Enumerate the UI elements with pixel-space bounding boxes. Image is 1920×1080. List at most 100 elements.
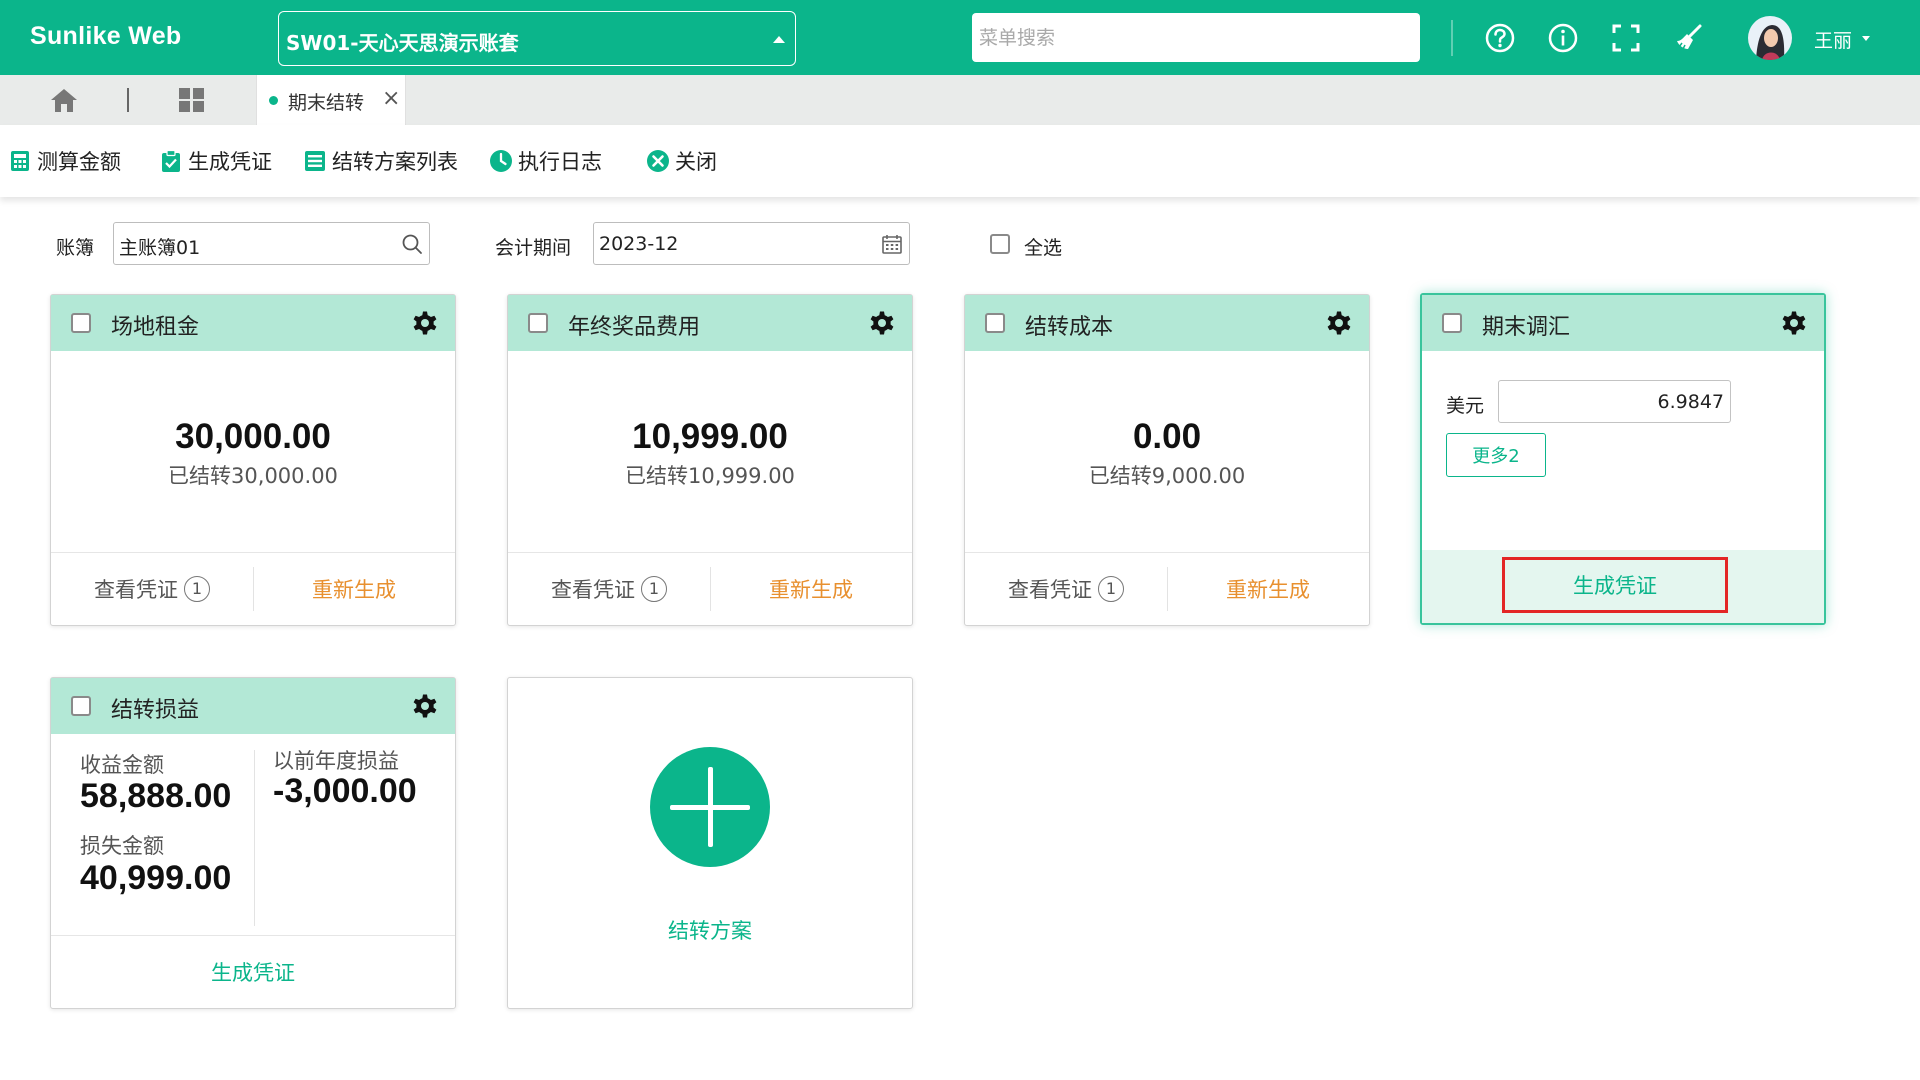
brand-logo: Sunlike Web (30, 22, 182, 50)
calculate-amount-label: 测算金额 (37, 150, 121, 174)
gear-icon[interactable] (411, 692, 439, 720)
card-header: 期末调汇 (1422, 295, 1824, 351)
card-header: 结转损益 (51, 678, 455, 734)
close-label: 关闭 (675, 150, 717, 174)
card-title: 年终奖品费用 (568, 315, 701, 340)
calendar-icon[interactable] (881, 233, 903, 255)
card-title: 期末调汇 (1482, 315, 1571, 340)
card-footer: 生成凭证 (1422, 550, 1824, 623)
view-voucher-label: 查看凭证 (1008, 578, 1092, 602)
card-checkbox[interactable] (1442, 313, 1462, 333)
list-icon (305, 151, 325, 171)
exchange-rate-input[interactable] (1498, 380, 1731, 423)
generate-voucher-button[interactable]: 生成凭证 (1502, 557, 1728, 613)
card-amount: 30,000.00 (175, 417, 331, 456)
ledger-label: 账簿 (56, 237, 95, 259)
username[interactable]: 王丽 (1814, 26, 1852, 53)
ledger-field[interactable]: 主账簿01 (113, 222, 430, 265)
header-divider (1451, 20, 1453, 56)
view-voucher-button[interactable]: 查看凭证 1 (51, 553, 253, 625)
card-footer: 查看凭证 1 重新生成 (965, 552, 1369, 625)
view-voucher-button[interactable]: 查看凭证 1 (965, 553, 1167, 625)
account-set-select[interactable]: SW01-天心天思演示账套 (278, 11, 796, 66)
info-icon[interactable] (1547, 22, 1579, 54)
clock-icon (490, 150, 512, 172)
currency-label: 美元 (1446, 395, 1485, 417)
view-voucher-label: 查看凭证 (94, 578, 178, 602)
gear-icon[interactable] (1780, 309, 1808, 337)
card-footer: 查看凭证 1 重新生成 (508, 552, 912, 625)
scheme-list-button[interactable]: 结转方案列表 (303, 147, 458, 175)
generate-voucher-button[interactable]: 生成凭证 (51, 935, 455, 1008)
card-transferred: 已结转9,000.00 (1088, 464, 1246, 488)
fullscreen-icon[interactable] (1610, 22, 1642, 54)
loss-label: 损失金额 (80, 834, 164, 858)
period-value: 2023-12 (599, 233, 679, 255)
card-checkbox[interactable] (528, 313, 548, 333)
card-title: 场地租金 (111, 315, 200, 340)
plus-icon[interactable] (650, 747, 770, 867)
income-value: 58,888.00 (80, 777, 232, 815)
top-header: Sunlike Web SW01-天心天思演示账套 王丽 (0, 0, 1920, 75)
execution-log-button[interactable]: 执行日志 (489, 147, 602, 175)
prior-year-label: 以前年度损益 (273, 749, 399, 773)
add-scheme-card[interactable]: 结转方案 (507, 677, 913, 1009)
close-tab-icon[interactable]: × (382, 85, 400, 113)
regenerate-button[interactable]: 重新生成 (1167, 553, 1369, 625)
caret-up-icon (773, 36, 785, 43)
card-checkbox[interactable] (71, 696, 91, 716)
tab-period-end-transfer[interactable]: 期末结转 × (256, 75, 406, 125)
menu-search-input[interactable] (972, 13, 1420, 62)
calculator-icon (11, 151, 29, 171)
execution-log-label: 执行日志 (518, 150, 602, 174)
view-voucher-button[interactable]: 查看凭证 1 (508, 553, 710, 625)
voucher-count-badge: 1 (184, 576, 210, 602)
action-toolbar: 测算金额 生成凭证 结转方案列表 执行日志 关闭 (0, 125, 1920, 197)
grid-apps-icon[interactable] (178, 87, 206, 113)
card-header: 年终奖品费用 (508, 295, 912, 351)
ledger-value: 主账簿01 (119, 237, 201, 259)
broom-clean-icon[interactable] (1673, 22, 1705, 54)
select-all-checkbox[interactable] (990, 234, 1010, 254)
generate-voucher-label: 生成凭证 (188, 150, 272, 174)
card-checkbox[interactable] (985, 313, 1005, 333)
chevron-down-icon[interactable] (1862, 36, 1870, 41)
close-circle-icon (647, 150, 669, 172)
add-scheme-label: 结转方案 (668, 919, 752, 943)
home-icon[interactable] (50, 87, 78, 113)
card-title: 结转损益 (111, 698, 200, 723)
voucher-count-badge: 1 (1098, 576, 1124, 602)
user-avatar[interactable] (1748, 16, 1792, 60)
help-icon[interactable] (1484, 22, 1516, 54)
card-header: 结转成本 (965, 295, 1369, 351)
search-icon[interactable] (401, 233, 423, 255)
view-voucher-label: 查看凭证 (551, 578, 635, 602)
card-amount: 0.00 (1132, 417, 1202, 456)
close-button[interactable]: 关闭 (646, 147, 717, 175)
card-footer: 查看凭证 1 重新生成 (51, 552, 455, 625)
transfer-card-bonus: 年终奖品费用 10,999.00 已结转10,999.00 查看凭证 1 重新生… (507, 294, 913, 626)
regenerate-button[interactable]: 重新生成 (253, 553, 455, 625)
scheme-list-label: 结转方案列表 (332, 150, 458, 174)
transfer-card-rent: 场地租金 30,000.00 已结转30,000.00 查看凭证 1 重新生成 (50, 294, 456, 626)
card-amount: 10,999.00 (632, 417, 788, 456)
period-field[interactable]: 2023-12 (593, 222, 910, 265)
pl-divider (254, 750, 255, 926)
calculate-amount-button[interactable]: 测算金额 (8, 147, 121, 175)
tab-label: 期末结转 (288, 92, 365, 114)
gear-icon[interactable] (868, 309, 896, 337)
transfer-card-cost: 结转成本 0.00 已结转9,000.00 查看凭证 1 重新生成 (964, 294, 1370, 626)
gear-icon[interactable] (1325, 309, 1353, 337)
active-dot-icon (269, 96, 278, 105)
fx-adjust-card: 期末调汇 美元 更多2 生成凭证 (1420, 293, 1826, 625)
clipboard-icon (162, 149, 180, 172)
tab-divider (127, 88, 129, 112)
card-transferred: 已结转10,999.00 (625, 464, 795, 488)
income-label: 收益金额 (80, 753, 164, 777)
generate-voucher-button[interactable]: 生成凭证 (159, 147, 272, 175)
card-checkbox[interactable] (71, 313, 91, 333)
gear-icon[interactable] (411, 309, 439, 337)
select-all-label: 全选 (1024, 237, 1063, 259)
more-currencies-button[interactable]: 更多2 (1446, 433, 1546, 477)
regenerate-button[interactable]: 重新生成 (710, 553, 912, 625)
